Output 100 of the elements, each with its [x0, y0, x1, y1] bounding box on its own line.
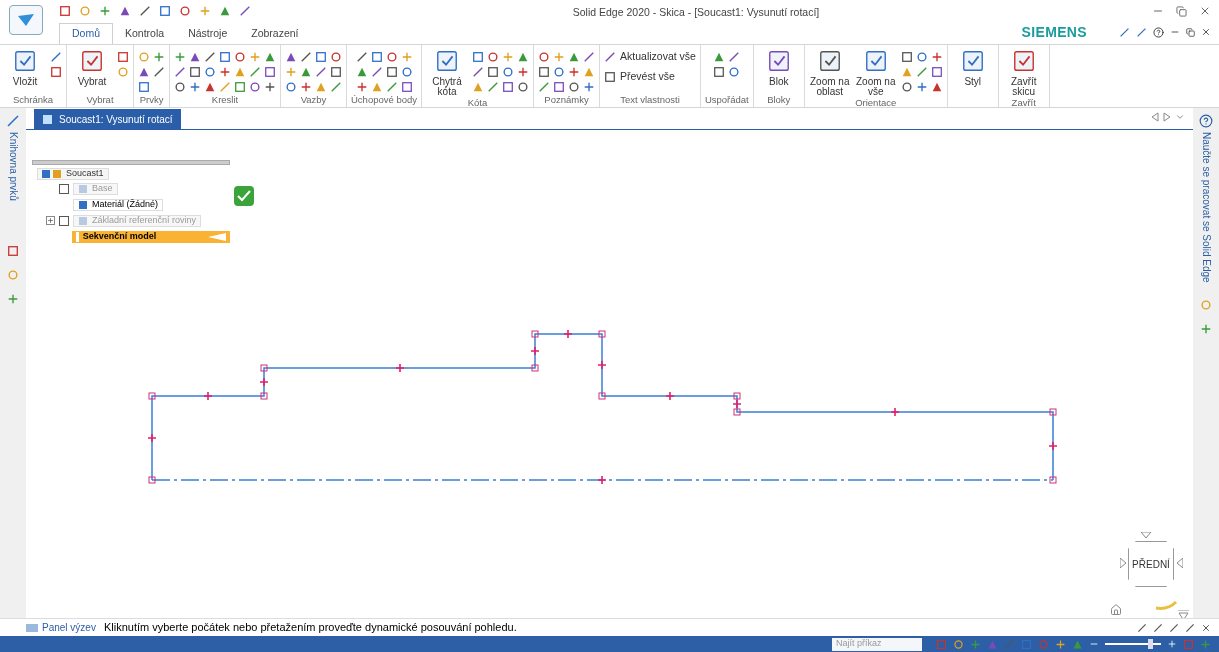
tool-icon[interactable] [285, 81, 297, 93]
tool-icon[interactable] [915, 81, 928, 93]
tool-icon[interactable] [285, 51, 297, 63]
document-tab[interactable]: Soucast1: Vysunutí rotací [34, 109, 181, 129]
app-menu-button[interactable] [9, 5, 43, 35]
tool-icon[interactable] [568, 51, 581, 63]
tool-icon[interactable] [472, 66, 485, 78]
view-cube[interactable]: PŘEDNÍ [1128, 541, 1174, 587]
tool-icon[interactable] [234, 51, 246, 63]
tool-icon[interactable] [355, 66, 368, 78]
left-arrow-icon[interactable] [1120, 558, 1126, 568]
slider-thumb[interactable] [1147, 639, 1153, 649]
tool-icon[interactable] [174, 81, 186, 93]
ribbon-button[interactable]: Vložit [4, 49, 46, 87]
tool-icon[interactable] [139, 5, 151, 17]
ribbon-tab[interactable]: Zobrazení [239, 23, 311, 44]
dropdown-icon[interactable] [1175, 112, 1185, 122]
tool-icon[interactable] [315, 66, 327, 78]
ribbon-button[interactable]: Zoom na vše [854, 49, 897, 97]
ribbon-tab[interactable]: Nástroje [176, 23, 240, 44]
ribbon-button[interactable]: Styl [951, 49, 994, 87]
tool-icon[interactable] [1136, 26, 1147, 38]
tool-icon[interactable] [385, 66, 398, 78]
tool-icon[interactable] [117, 51, 129, 63]
tool-icon[interactable] [1169, 622, 1179, 633]
ribbon-button[interactable]: Převést vše [604, 68, 696, 85]
tool-icon[interactable] [1119, 26, 1130, 38]
tool-icon[interactable] [930, 81, 943, 93]
tool-icon[interactable] [568, 66, 581, 78]
tool-icon[interactable] [219, 5, 231, 17]
ribbon-button[interactable]: Zavřít skicu [1002, 49, 1045, 97]
tool-icon[interactable] [385, 81, 398, 93]
tool-icon[interactable] [189, 66, 201, 78]
tree-item[interactable]: Soucast1 [37, 167, 109, 180]
checkbox[interactable] [59, 215, 69, 226]
command-search-field[interactable]: Najít příkaz [832, 637, 922, 651]
tool-icon[interactable] [300, 51, 312, 63]
tool-icon[interactable] [204, 66, 216, 78]
tool-icon[interactable] [219, 66, 231, 78]
tool-icon[interactable] [900, 81, 913, 93]
tool-icon[interactable] [400, 81, 413, 93]
tool-icon[interactable] [264, 81, 276, 93]
tool-icon[interactable] [915, 66, 928, 78]
checkbox[interactable] [59, 183, 69, 194]
tool-icon[interactable] [7, 244, 19, 257]
help-icon[interactable] [1153, 26, 1164, 38]
tool-icon[interactable] [517, 51, 530, 63]
tool-icon[interactable] [189, 51, 201, 63]
accept-button[interactable] [234, 186, 254, 206]
tool-icon[interactable] [915, 51, 928, 63]
tool-icon[interactable] [604, 50, 617, 63]
tool-icon[interactable] [502, 81, 515, 93]
right-arrow-icon[interactable] [1177, 558, 1183, 568]
tool-icon[interactable] [370, 51, 383, 63]
tool-icon[interactable] [264, 66, 276, 78]
tool-icon[interactable] [400, 66, 413, 78]
tool-icon[interactable] [553, 66, 566, 78]
tool-icon[interactable] [355, 51, 368, 63]
ribbon-button[interactable]: Aktualizovat vše [604, 49, 696, 65]
tool-icon[interactable] [713, 66, 726, 78]
ribbon-button[interactable]: Chytrá kóta [426, 49, 469, 97]
tool-icon[interactable] [99, 5, 111, 17]
panel-tab[interactable]: Knihovna prvků [5, 132, 21, 201]
tool-icon[interactable] [264, 51, 276, 63]
help-icon[interactable] [1199, 114, 1213, 128]
tool-icon[interactable] [728, 51, 741, 63]
tool-icon[interactable] [138, 66, 150, 78]
tree-item[interactable]: Sekvenční model [71, 230, 230, 243]
tool-icon[interactable] [728, 66, 741, 78]
tool-icon[interactable] [234, 81, 246, 93]
ribbon-button[interactable]: Vybrat [71, 49, 113, 87]
prompt-panel-link[interactable]: Panel výzev [26, 620, 96, 635]
tool-icon[interactable] [502, 66, 515, 78]
tool-icon[interactable] [385, 51, 398, 63]
tool-icon[interactable] [330, 81, 342, 93]
restore-icon[interactable] [1186, 27, 1195, 37]
tool-icon[interactable] [583, 81, 596, 93]
tool-icon[interactable] [538, 66, 551, 78]
previous-icon[interactable] [1151, 112, 1159, 122]
tool-icon[interactable] [219, 51, 231, 63]
tool-icon[interactable] [189, 81, 201, 93]
tree-item[interactable]: Materiál (Žádné) [73, 198, 164, 211]
zoom-in-icon[interactable] [1167, 639, 1177, 649]
expand-toggle[interactable] [46, 216, 55, 225]
tool-icon[interactable] [330, 66, 342, 78]
tool-icon[interactable] [174, 66, 186, 78]
tool-icon[interactable] [487, 81, 500, 93]
tool-icon[interactable] [174, 51, 186, 63]
tool-icon[interactable] [472, 51, 485, 63]
ribbon-button[interactable]: Zoom na oblast [808, 49, 851, 97]
tool-icon[interactable] [249, 81, 261, 93]
restore-icon[interactable] [1176, 5, 1187, 17]
tool-icon[interactable] [50, 66, 62, 78]
next-icon[interactable] [1163, 112, 1171, 122]
tool-icon[interactable] [538, 51, 551, 63]
close-icon[interactable] [1201, 622, 1211, 633]
tool-icon[interactable] [538, 81, 551, 93]
tool-icon[interactable] [204, 51, 216, 63]
tool-icon[interactable] [1185, 622, 1195, 633]
close-icon[interactable] [1199, 5, 1211, 17]
